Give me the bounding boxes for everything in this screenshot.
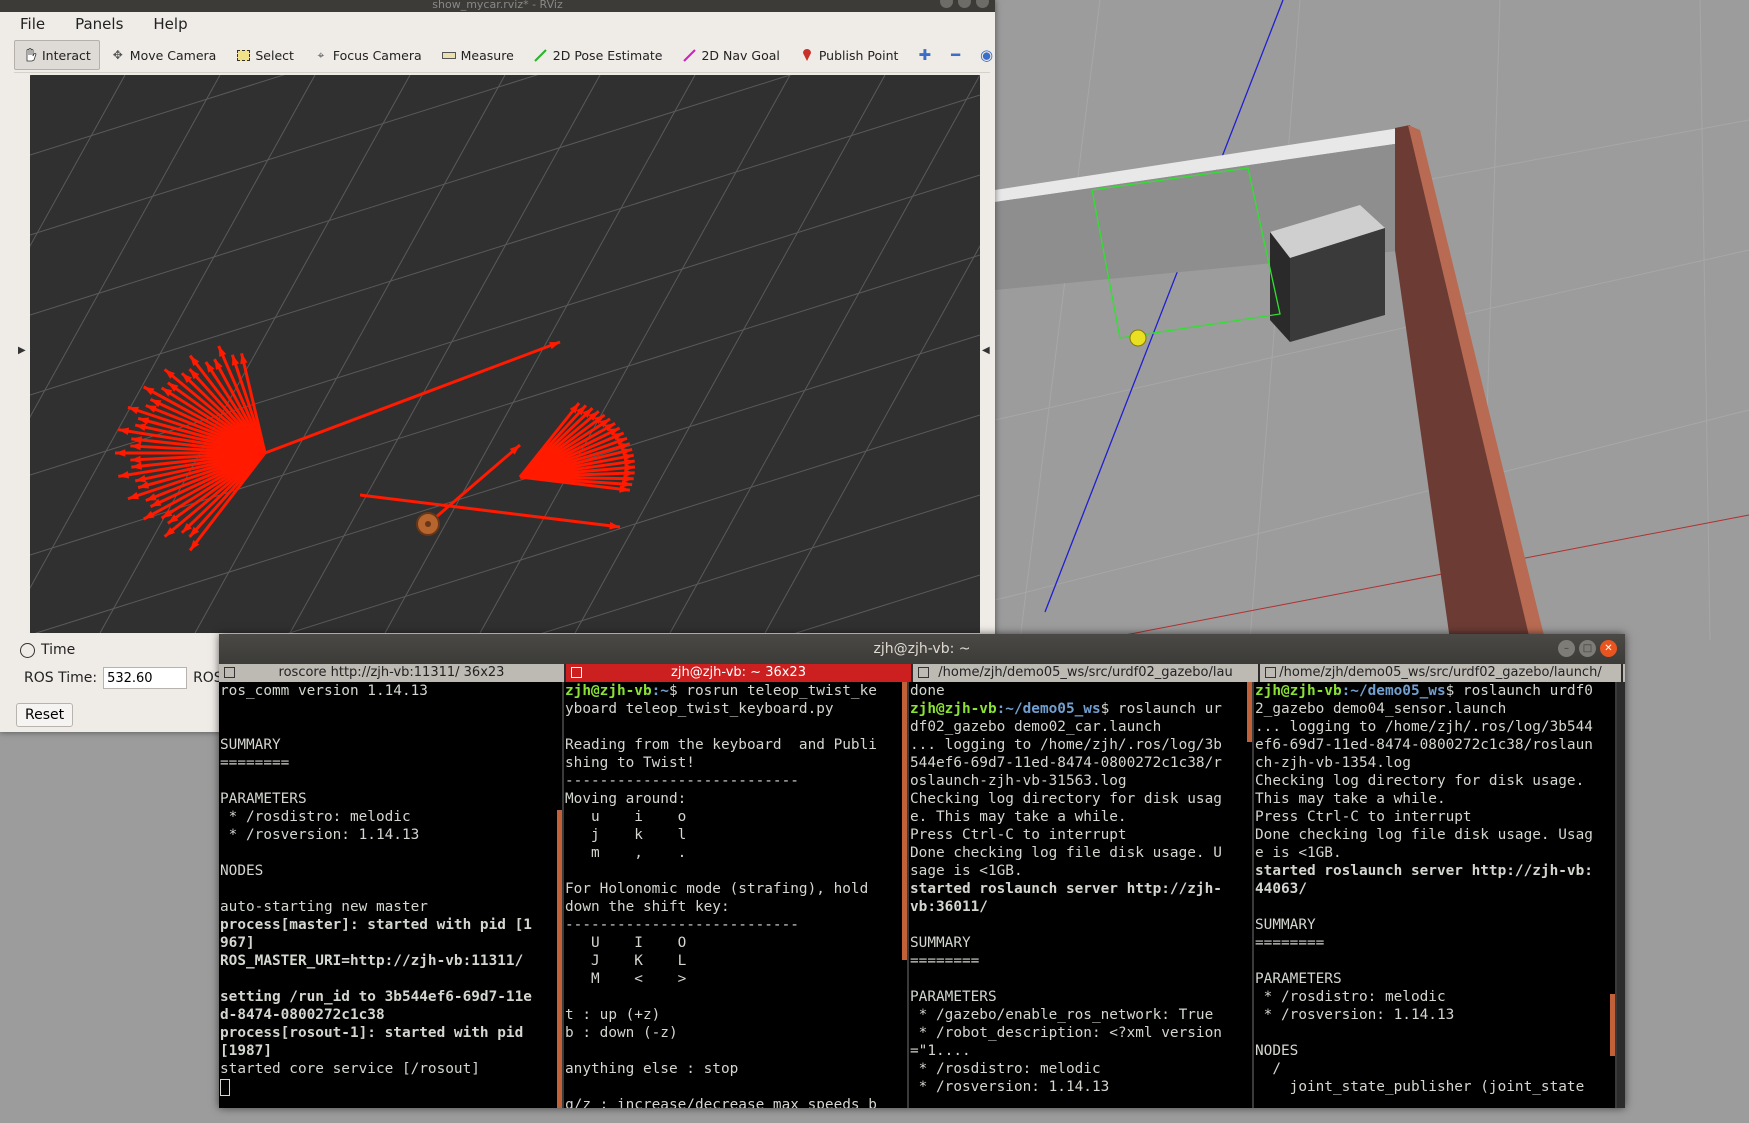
terminal-grid-icon bbox=[571, 667, 582, 678]
demo04-server-line: started roslaunch server http://zjh-vb: … bbox=[1255, 863, 1593, 897]
reset-button[interactable]: Reset bbox=[16, 703, 74, 727]
pane-title-teleop[interactable]: zjh@zjh-vb: ~ 36x23 bbox=[566, 664, 913, 682]
magenta-arrow-icon bbox=[682, 48, 696, 62]
roscore-output: ros_comm version 1.14.13 SUMMARY =======… bbox=[220, 683, 532, 1077]
minimize-icon[interactable]: – bbox=[1558, 640, 1575, 657]
pane-title-demo04[interactable]: /home/zjh/demo05_ws/src/urdf02_gazebo/la… bbox=[1260, 664, 1623, 682]
terminal-title: zjh@zjh-vb: ~ bbox=[873, 641, 971, 657]
terminal-grid-icon bbox=[224, 667, 235, 678]
demo04-output: 2_gazebo demo04_sensor.launch ... loggin… bbox=[1255, 701, 1593, 861]
rviz-titlebar[interactable]: show_mycar.rviz* - RViz bbox=[0, 0, 995, 12]
tool-focus-camera[interactable]: ⌖ Focus Camera bbox=[305, 40, 431, 70]
terminal-pane-titles: roscore http://zjh-vb:11311/ 36x23 zjh@z… bbox=[219, 664, 1625, 682]
menu-help[interactable]: Help bbox=[147, 13, 193, 35]
plus-icon: ✚ bbox=[918, 46, 932, 64]
menu-panels[interactable]: Panels bbox=[69, 13, 129, 35]
move-camera-icon: ✥ bbox=[112, 48, 123, 62]
measure-icon bbox=[441, 48, 456, 62]
rviz-3d-viewport[interactable] bbox=[30, 75, 980, 633]
terminal-pane-teleop[interactable]: zjh@zjh-vb:~$ rosrun teleop_twist_ke ybo… bbox=[564, 682, 909, 1108]
menu-file[interactable]: File bbox=[14, 13, 51, 35]
terminal-window[interactable]: zjh@zjh-vb: ~ – □ ✕ roscore http://zjh-v… bbox=[219, 634, 1625, 1108]
robot-marker[interactable] bbox=[1129, 329, 1147, 347]
demo02-output: df02_gazebo demo02_car.launch ... loggin… bbox=[910, 719, 1222, 879]
maximize-icon[interactable] bbox=[958, 0, 971, 8]
terminal-pane-demo02[interactable]: done zjh@zjh-vb:~/demo05_ws$ roslaunch u… bbox=[909, 682, 1254, 1108]
scrollbar[interactable] bbox=[557, 810, 562, 1108]
terminal-pane-demo04[interactable]: zjh@zjh-vb:~/demo05_ws$ roslaunch urdf0 … bbox=[1254, 682, 1617, 1108]
map-pin-icon bbox=[800, 48, 814, 62]
text-cursor bbox=[220, 1078, 230, 1096]
terminal-pane-roscore[interactable]: ros_comm version 1.14.13 SUMMARY =======… bbox=[219, 682, 564, 1108]
tool-2d-pose-estimate[interactable]: 2D Pose Estimate bbox=[525, 40, 672, 70]
tool-visibility-button[interactable]: ◉ bbox=[971, 40, 1002, 70]
add-tool-button[interactable]: ✚ bbox=[909, 40, 940, 70]
scrollbar[interactable] bbox=[1247, 682, 1252, 742]
right-dock-toggle-icon[interactable]: ◀ bbox=[982, 345, 990, 356]
ros-time-label: ROS Time: bbox=[24, 670, 98, 686]
clock-icon bbox=[20, 642, 35, 658]
tool-2d-nav-goal[interactable]: 2D Nav Goal bbox=[673, 40, 788, 70]
rviz-menubar: File Panels Help bbox=[14, 13, 194, 35]
hand-icon bbox=[23, 48, 37, 62]
ros-time-field[interactable] bbox=[103, 667, 188, 689]
tool-publish-point[interactable]: Publish Point bbox=[791, 40, 908, 70]
pane-title-roscore[interactable]: roscore http://zjh-vb:11311/ 36x23 bbox=[219, 664, 566, 682]
green-arrow-icon bbox=[534, 48, 548, 62]
demo02-command-line: zjh@zjh-vb:~/demo05_ws$ roslaunch ur bbox=[910, 701, 1222, 717]
scrollbar[interactable] bbox=[1610, 994, 1615, 1056]
pane-title-demo02[interactable]: /home/zjh/demo05_ws/src/urdf02_gazebo/la… bbox=[913, 664, 1260, 682]
rviz-toolbar: Interact ✥ Move Camera Select ⌖ Focus Ca… bbox=[14, 38, 993, 73]
minimize-icon[interactable] bbox=[940, 0, 953, 8]
close-icon[interactable]: ✕ bbox=[1600, 640, 1617, 657]
minus-icon: ━ bbox=[951, 46, 961, 64]
left-dock-toggle-icon[interactable]: ▶ bbox=[18, 345, 26, 356]
select-icon bbox=[236, 48, 250, 62]
terminal-grid-icon bbox=[918, 667, 929, 678]
demo04-summary: SUMMARY ======== PARAMETERS * /rosdistro… bbox=[1255, 917, 1585, 1095]
demo02-summary: SUMMARY ======== PARAMETERS * /gazebo/en… bbox=[910, 935, 1222, 1095]
tool-select[interactable]: Select bbox=[227, 40, 303, 70]
scrollbar[interactable] bbox=[902, 682, 907, 960]
tool-move-camera[interactable]: ✥ Move Camera bbox=[102, 40, 226, 70]
demo02-done-line: done bbox=[910, 683, 945, 699]
eye-icon: ◉ bbox=[980, 46, 994, 64]
remove-tool-button[interactable]: ━ bbox=[942, 40, 969, 70]
focus-camera-icon: ⌖ bbox=[317, 47, 325, 62]
terminal-titlebar[interactable]: zjh@zjh-vb: ~ – □ ✕ bbox=[219, 634, 1625, 664]
tool-measure[interactable]: Measure bbox=[433, 40, 523, 70]
demo02-server-line: started roslaunch server http://zjh- vb:… bbox=[910, 881, 1222, 915]
teleop-output: yboard teleop_twist_keyboard.py Reading … bbox=[565, 701, 877, 1108]
teleop-command-line: zjh@zjh-vb:~$ rosrun teleop_twist_ke bbox=[565, 683, 877, 699]
tool-interact[interactable]: Interact bbox=[14, 40, 100, 70]
rviz-window[interactable]: show_mycar.rviz* - RViz File Panels Help… bbox=[0, 0, 995, 732]
rviz-window-title: show_mycar.rviz* - RViz bbox=[432, 0, 563, 11]
terminal-grid-icon bbox=[1265, 667, 1276, 678]
demo04-command-line: zjh@zjh-vb:~/demo05_ws$ roslaunch urdf0 bbox=[1255, 683, 1593, 699]
time-panel-title: Time bbox=[41, 642, 76, 658]
maximize-icon[interactable]: □ bbox=[1579, 640, 1596, 657]
close-icon[interactable] bbox=[976, 0, 989, 8]
